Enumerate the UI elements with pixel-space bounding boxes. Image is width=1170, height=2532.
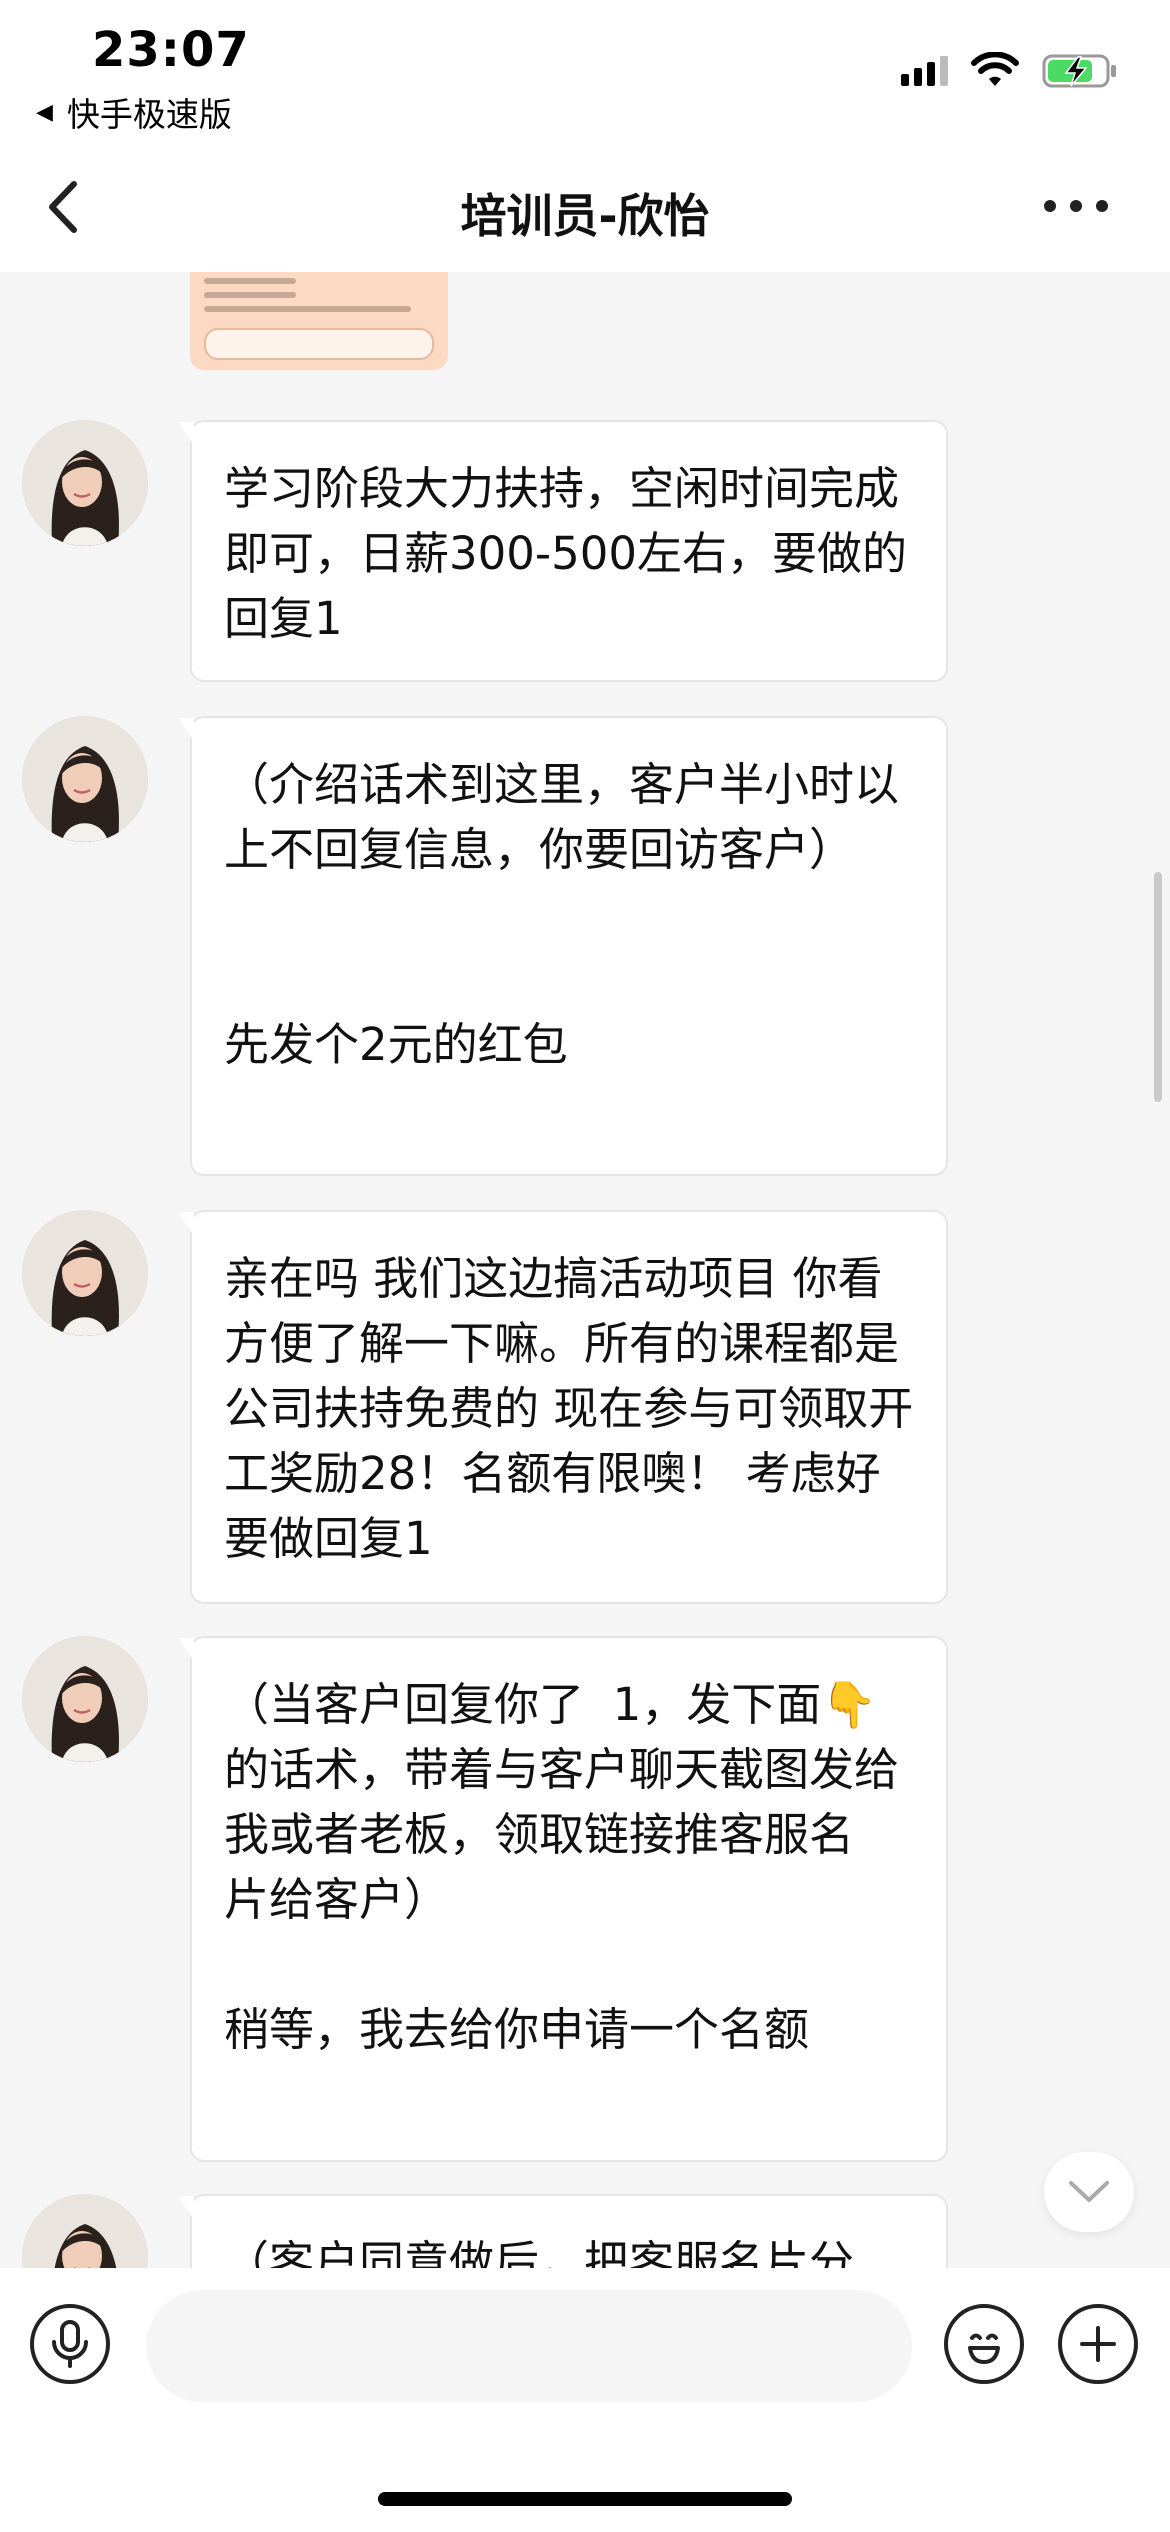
chevron-down-icon — [1069, 2181, 1109, 2202]
plus-icon[interactable] — [1058, 2304, 1138, 2384]
chat-title: 培训员-欣怡 — [460, 189, 710, 243]
back-triangle-icon: ◀ — [36, 99, 53, 125]
message-bubble[interactable]: （客户同意做后，把客服名片分 — [178, 2194, 948, 2268]
status-icons — [901, 52, 1118, 90]
avatar[interactable] — [22, 716, 148, 842]
back-app-label: 快手极速版 — [66, 95, 232, 134]
message-bubble[interactable]: （当客户回复你了 1，发下面👇的话术，带着与客户聊天截图发给我或者老板，领取链接… — [178, 1636, 948, 2162]
message-input[interactable] — [146, 2290, 912, 2402]
chat-screen: 23:07 ◀ 快手极速版 培训员-欣怡 学习阶段大力扶持，空闲时间完成即可，日… — [0, 0, 1170, 2532]
emoji-icon[interactable] — [944, 2304, 1024, 2384]
message-list[interactable]: 学习阶段大力扶持，空闲时间完成即可，日薪300-500左右，要做的回复1 （介绍… — [0, 272, 1170, 2268]
message-bubble[interactable]: 亲在吗 我们这边搞活动项目 你看方便了解一下嘛。所有的课程都是公司扶持免费的 现… — [178, 1210, 948, 1604]
previous-image-card[interactable] — [190, 272, 448, 370]
scroll-indicator[interactable] — [1154, 872, 1162, 1102]
nav-bar: 培训员-欣怡 — [0, 150, 1170, 272]
microphone-icon[interactable] — [30, 2304, 110, 2384]
message-bubble[interactable]: （介绍话术到这里，客户半小时以上不回复信息，你要回访客户） 先发个2元的红包 — [178, 716, 948, 1176]
home-indicator[interactable] — [378, 2492, 792, 2506]
message-bubble[interactable]: 学习阶段大力扶持，空闲时间完成即可，日薪300-500左右，要做的回复1 — [178, 420, 948, 682]
wifi-icon — [971, 52, 1019, 86]
avatar[interactable] — [22, 1210, 148, 1336]
back-to-app-link[interactable]: ◀ 快手极速版 — [36, 88, 232, 136]
cellular-signal-icon — [901, 56, 948, 86]
avatar[interactable] — [22, 1636, 148, 1762]
status-bar: 23:07 ◀ 快手极速版 — [0, 0, 1170, 150]
avatar[interactable] — [22, 420, 148, 546]
scroll-to-bottom-button[interactable] — [1044, 2152, 1134, 2232]
more-horizontal-icon[interactable] — [1044, 200, 1108, 212]
battery-charging-icon — [1042, 54, 1116, 88]
avatar[interactable] — [22, 2194, 148, 2268]
status-time: 23:07 — [92, 22, 250, 78]
